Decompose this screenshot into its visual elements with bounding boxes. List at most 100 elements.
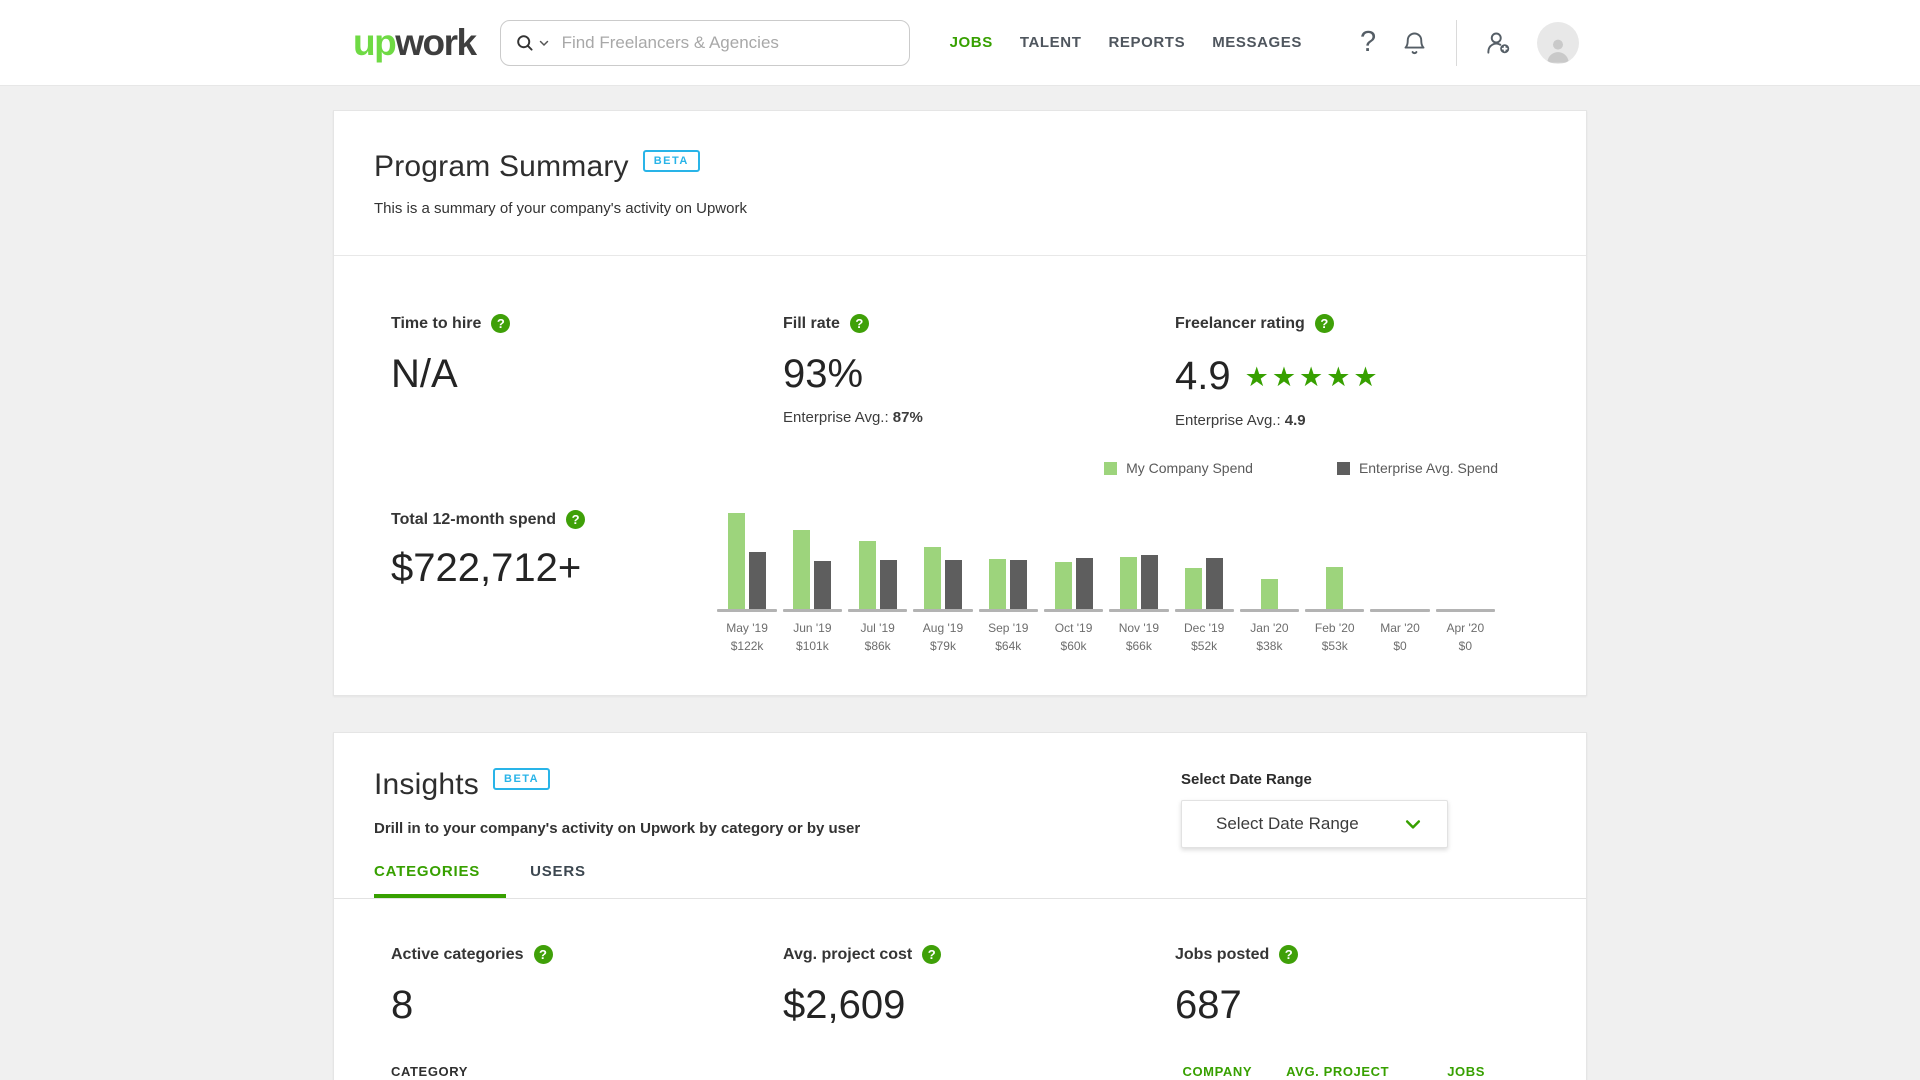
chart-month-group: Oct '19$60k xyxy=(1041,513,1106,653)
chart-month-group: Jun '19$101k xyxy=(780,513,845,653)
chart-month-group: Mar '20$0 xyxy=(1367,513,1432,653)
nav-jobs[interactable]: JOBS xyxy=(950,34,993,51)
insights-metrics-row: Active categories ? 8 Avg. project cost … xyxy=(334,899,1586,1028)
month-spend-label: $86k xyxy=(845,639,910,653)
search-input[interactable] xyxy=(560,32,895,54)
enterprise-avg-bar xyxy=(749,552,766,609)
insights-title: Insights xyxy=(374,767,479,802)
metric-value: 4.9 ★★★★★ xyxy=(1175,351,1567,400)
help-icon[interactable]: ? xyxy=(1315,314,1334,333)
program-summary-title: Program Summary xyxy=(374,149,629,184)
column-jobs[interactable]: JOBS xyxy=(1447,1064,1485,1079)
enterprise-avg-bar xyxy=(1010,560,1027,609)
program-summary-header: Program Summary BETA This is a summary o… xyxy=(334,111,1586,256)
tab-categories[interactable]: CATEGORIES xyxy=(374,863,506,898)
company-spend-bar xyxy=(1326,567,1343,609)
legend-label: Enterprise Avg. Spend xyxy=(1359,460,1498,476)
column-avg-project[interactable]: AVG. PROJECT xyxy=(1286,1064,1389,1079)
company-spend-bar xyxy=(859,541,876,609)
x-axis-segment xyxy=(783,609,842,612)
chart-month-group: Jan '20 $38k xyxy=(1237,513,1302,653)
metric-label: Time to hire xyxy=(391,315,481,333)
enterprise-avg-bar xyxy=(945,560,962,609)
company-spend-bar xyxy=(1185,568,1202,609)
x-axis-segment xyxy=(1044,609,1103,612)
tab-users[interactable]: USERS xyxy=(530,863,612,898)
metric-jobs-posted: Jobs posted ? 687 xyxy=(1175,945,1567,1028)
notifications-bell-icon[interactable] xyxy=(1401,29,1428,56)
month-label: Mar '20 xyxy=(1367,621,1432,635)
month-label: Nov '19 xyxy=(1106,621,1171,635)
insights-card: Insights BETA Drill in to your company's… xyxy=(333,732,1587,1080)
month-label: Sep '19 xyxy=(976,621,1041,635)
help-icon[interactable]: ? xyxy=(1360,28,1376,57)
x-axis-segment xyxy=(979,609,1038,612)
monthly-spend-bar-chart: May '19$122kJun '19$101kJul '19 $86kAug '… xyxy=(714,513,1498,653)
main-nav: JOBS TALENT REPORTS MESSAGES xyxy=(950,34,1302,51)
invite-user-icon[interactable] xyxy=(1485,29,1512,56)
metric-value: $2,609 xyxy=(783,982,1175,1028)
metric-value: 8 xyxy=(391,982,783,1028)
help-icon[interactable]: ? xyxy=(922,945,941,964)
metric-label: Freelancer rating xyxy=(1175,315,1305,333)
upwork-logo[interactable]: upwork xyxy=(353,24,476,61)
month-spend-label: $79k xyxy=(910,639,975,653)
metric-label: Jobs posted xyxy=(1175,946,1269,964)
month-label: Jul '19 xyxy=(845,621,910,635)
date-range-value: Select Date Range xyxy=(1216,814,1359,834)
chart-month-group: Sep '19$64k xyxy=(976,513,1041,653)
chart-month-group: Aug '19$79k xyxy=(910,513,975,653)
nav-divider xyxy=(1456,20,1457,66)
company-spend-bar xyxy=(793,530,810,609)
company-spend-bar xyxy=(728,513,745,609)
help-icon[interactable]: ? xyxy=(491,314,510,333)
x-axis-segment xyxy=(1305,609,1364,612)
month-spend-label: $38k xyxy=(1237,639,1302,653)
month-label: May '19 xyxy=(714,621,779,635)
content: Program Summary BETA This is a summary o… xyxy=(333,110,1587,1080)
metric-time-to-hire: Time to hire ? N/A xyxy=(391,314,783,430)
metric-label: Avg. project cost xyxy=(783,946,912,964)
total-spend-block: Total 12-month spend ? $722,712+ xyxy=(391,500,714,653)
nav-reports[interactable]: REPORTS xyxy=(1108,34,1185,51)
metric-freelancer-rating: Freelancer rating ? 4.9 ★★★★★ Enterprise… xyxy=(1175,314,1567,430)
metric-label: Fill rate xyxy=(783,315,840,333)
column-company-spend[interactable]: COMPANY xyxy=(1182,1064,1252,1079)
total-spend-label: Total 12-month spend xyxy=(391,511,556,529)
help-icon[interactable]: ? xyxy=(850,314,869,333)
nav-talent[interactable]: TALENT xyxy=(1020,34,1082,51)
logo-up: up xyxy=(353,22,395,63)
x-axis-segment xyxy=(717,609,776,612)
date-range-select[interactable]: Select Date Range xyxy=(1181,800,1448,848)
chart-month-group: Feb '20$53k xyxy=(1302,513,1367,653)
month-label: Apr '20 xyxy=(1433,621,1498,635)
legend-my-company-spend: My Company Spend xyxy=(1104,460,1253,476)
x-axis-segment xyxy=(1370,609,1429,612)
date-range-block: Select Date Range Select Date Range xyxy=(1181,771,1448,848)
total-spend-value: $722,712+ xyxy=(391,545,714,591)
month-label: Jan '20 xyxy=(1237,621,1302,635)
search-box[interactable] xyxy=(500,20,910,66)
nav-messages[interactable]: MESSAGES xyxy=(1212,34,1302,51)
help-icon[interactable]: ? xyxy=(534,945,553,964)
x-axis-segment xyxy=(913,609,972,612)
search-icon[interactable] xyxy=(515,33,534,52)
program-summary-subtitle: This is a summary of your company's acti… xyxy=(374,200,1546,217)
x-axis-segment xyxy=(1436,609,1495,612)
user-avatar[interactable] xyxy=(1537,22,1579,64)
program-summary-card: Program Summary BETA This is a summary o… xyxy=(333,110,1587,696)
search-scope-chevron-icon[interactable] xyxy=(538,37,550,49)
help-icon[interactable]: ? xyxy=(1279,945,1298,964)
metric-subtext: Enterprise Avg.: 87% xyxy=(783,409,1175,427)
chart-month-group: May '19$122k xyxy=(714,513,779,653)
x-axis-segment xyxy=(1240,609,1299,612)
help-icon[interactable]: ? xyxy=(566,510,585,529)
star-rating-icons: ★★★★★ xyxy=(1245,354,1381,400)
month-spend-label: $52k xyxy=(1172,639,1237,653)
chevron-down-icon xyxy=(1403,814,1423,834)
categories-table-header: CATEGORY COMPANY AVG. PROJECT JOBS xyxy=(334,1028,1586,1080)
company-spend-bar xyxy=(1055,562,1072,609)
metric-fill-rate: Fill rate ? 93% Enterprise Avg.: 87% xyxy=(783,314,1175,430)
month-label: Feb '20 xyxy=(1302,621,1367,635)
company-spend-bar xyxy=(1261,579,1278,609)
